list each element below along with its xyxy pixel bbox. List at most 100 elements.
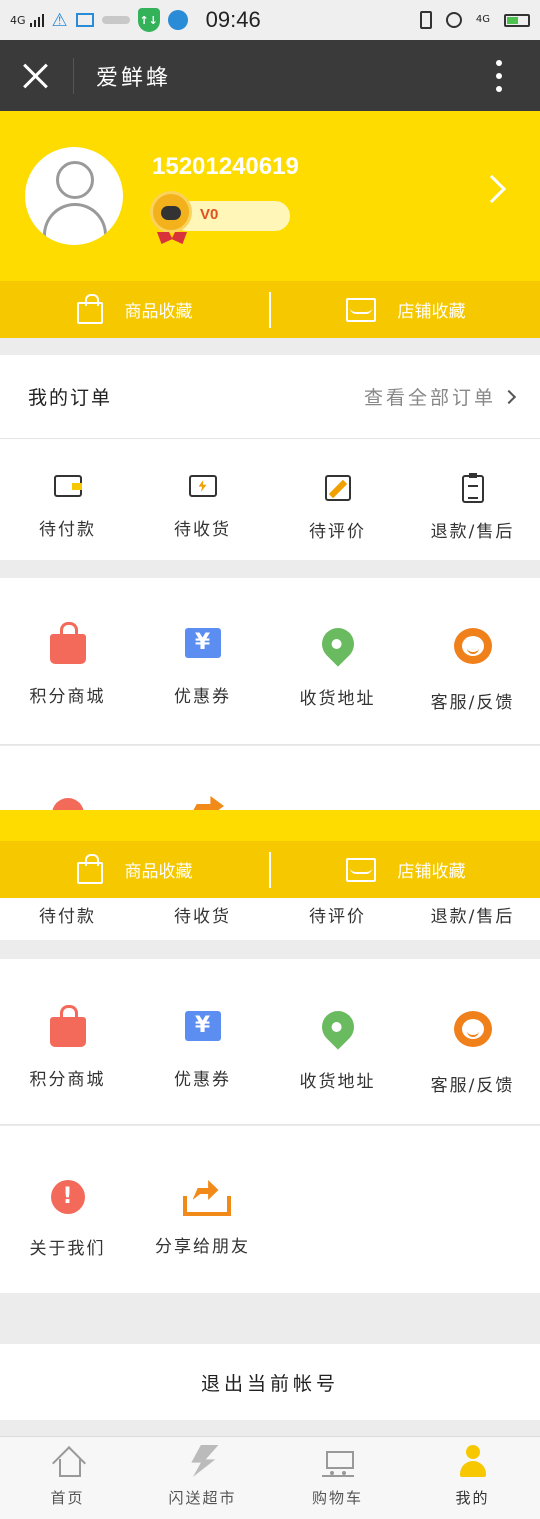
about-us-button[interactable]: ! 关于我们 [0,1180,135,1259]
favorites-bar: 商品收藏 店铺收藏 [0,281,540,338]
signal-strength-icon [29,13,44,27]
service-label: 收货地址 [299,1072,376,1092]
address-button[interactable]: 收货地址 [270,621,405,713]
key-icon [101,16,130,24]
share-button[interactable]: 分享给朋友 [135,1180,270,1259]
tab-mine[interactable]: 我的 [405,1437,540,1519]
shop-favorites-button[interactable]: 店铺收藏 [271,297,540,322]
customer-service-button[interactable]: 客服/反馈 [405,628,540,713]
customer-service-button[interactable]: 客服/反馈 [405,1011,540,1096]
points-mall-button[interactable]: 积分商城 [0,622,135,713]
wallet-icon [53,475,82,497]
goods-favorites-button[interactable]: 商品收藏 [0,853,269,884]
order-item-label: 待评价 [309,907,366,927]
order-refund[interactable]: 退款/售后 [405,473,540,542]
tab-home[interactable]: 首页 [0,1437,135,1519]
service-label: 优惠券 [174,1070,231,1090]
view-all-orders-link[interactable]: 查看全部订单 [363,383,517,410]
service-label: 客服/反馈 [430,1076,515,1096]
goods-favorites-button[interactable]: 商品收藏 [0,293,269,324]
order-item-label: 待付款 [39,907,96,927]
address-button[interactable]: 收货地址 [270,1004,405,1096]
cart-icon [321,1445,354,1477]
bag-icon [76,853,103,884]
points-mall-button[interactable]: 积分商城 [0,1005,135,1096]
customer-service-icon [453,1011,492,1047]
tab-label: 我的 [455,1489,490,1507]
security-shield-icon: ↑↓ [137,8,160,32]
coupon-icon: ¥ [184,628,221,658]
shop-icon [345,857,376,882]
order-item-label: 待收货 [174,520,231,540]
order-item-label: 待收货 [174,907,231,927]
goods-favorites-label: 商品收藏 [124,302,193,322]
order-pending-payment[interactable]: 待付款 [0,902,135,927]
more-label: 关于我们 [29,1239,106,1259]
service-label: 优惠券 [174,687,231,707]
tab-label: 首页 [50,1489,85,1507]
orders-section: 我的订单 查看全部订单 待付款 待收货 待评价 退款/售后 [0,355,540,560]
bag-icon [76,293,103,324]
share-icon [182,1180,231,1216]
order-pending-payment[interactable]: 待付款 [0,475,135,542]
order-pending-review[interactable]: 待评价 [270,475,405,542]
share-icon [190,796,224,810]
profile-header[interactable]: 15201240619 V0 [0,111,540,281]
services-grid: 积分商城 ¥ 优惠券 收货地址 客服/反馈 [0,959,540,1096]
title-bar: 爱鲜蜂 [0,40,540,111]
tab-label: 购物车 [311,1489,363,1507]
location-pin-icon [314,1004,361,1050]
shop-icon [345,297,376,322]
vibrate-icon [419,11,432,29]
logout-button[interactable]: 退出当前帐号 [0,1344,540,1420]
orders-title: 我的订单 [28,387,113,409]
order-item-label: 待付款 [39,520,96,540]
more-grid: ! 关于我们 分享给朋友 [0,1126,540,1259]
network-type-right: 4G [475,14,490,25]
user-icon [457,1445,489,1477]
shop-favorites-label: 店铺收藏 [397,302,466,322]
order-pending-delivery[interactable]: 待收货 [135,475,270,542]
order-refund[interactable]: 退款/售后 [405,902,540,927]
shop-favorites-button[interactable]: 店铺收藏 [271,857,540,882]
order-labels-grid: 待付款 待收货 待评价 退款/售后 [0,898,540,927]
order-item-label: 退款/售后 [430,907,515,927]
service-label: 积分商城 [29,687,106,707]
coupon-icon: ¥ [184,1011,221,1041]
coupons-button[interactable]: ¥ 优惠券 [135,1011,270,1096]
shopping-bag-icon [49,622,86,664]
sticky-favorites-bar: 商品收藏 店铺收藏 [0,841,540,898]
view-all-orders-label: 查看全部订单 [363,387,496,409]
coupons-button[interactable]: ¥ 优惠券 [135,628,270,713]
bottom-tab-bar: 首页 闪送超市 购物车 我的 [0,1436,540,1519]
orders-header[interactable]: 我的订单 查看全部订单 [0,355,540,439]
chevron-right-icon [501,389,517,404]
shopping-bag-icon [49,1005,86,1047]
tab-flash-market[interactable]: 闪送超市 [135,1437,270,1519]
more-label: 分享给朋友 [155,1237,250,1257]
avatar[interactable] [25,147,123,245]
close-icon[interactable] [22,62,50,90]
services-section-repeat: 积分商城 ¥ 优惠券 收货地址 客服/反馈 [0,959,540,1125]
more-options-icon[interactable] [496,60,502,92]
title-divider [73,58,74,94]
service-label: 积分商城 [29,1070,106,1090]
bee-medal-icon [150,191,192,233]
order-pending-delivery[interactable]: 待收货 [135,902,270,927]
home-icon [52,1445,84,1477]
order-pending-review[interactable]: 待评价 [270,902,405,927]
chevron-right-icon[interactable] [477,174,507,204]
image-notification-icon [75,13,94,27]
user-phone: 15201240619 [152,153,299,180]
alarm-icon [445,12,462,28]
more-section-peek [0,746,540,810]
status-time: 09:46 [205,7,261,32]
order-status-grid: 待付款 待收货 待评价 退款/售后 [0,439,540,542]
info-icon [52,798,84,810]
goods-favorites-label: 商品收藏 [124,862,193,882]
service-label: 收货地址 [299,689,376,709]
network-type-left: 4G [10,13,26,27]
sticky-header-strip [0,810,540,841]
tab-cart[interactable]: 购物车 [270,1437,405,1519]
location-pin-icon [314,621,361,667]
